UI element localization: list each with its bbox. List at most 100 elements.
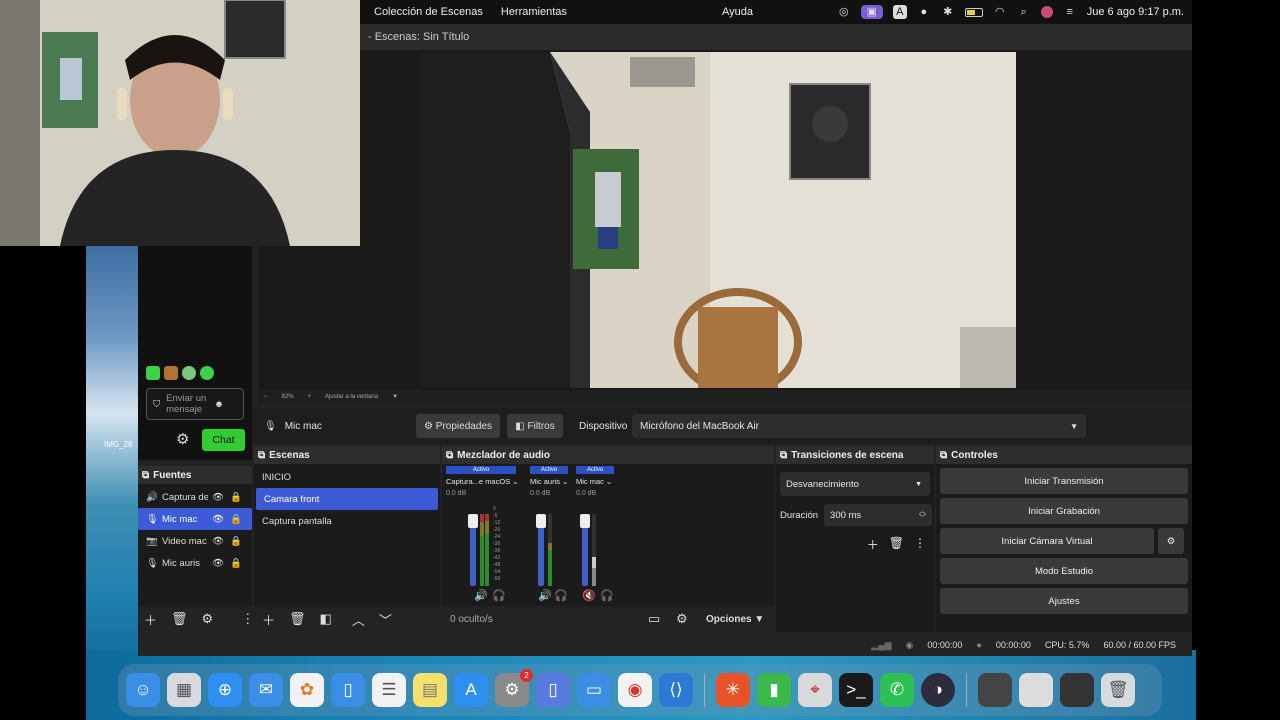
safari-icon[interactable]: ⊕ xyxy=(208,673,242,707)
battery-icon[interactable] xyxy=(964,7,983,17)
move-down-chevron-icon[interactable]: ﹀ xyxy=(379,610,392,629)
terminal-icon[interactable]: >_ xyxy=(839,673,873,707)
search-icon[interactable]: ⌕ xyxy=(1017,5,1031,19)
chrome-icon[interactable]: ◉ xyxy=(618,673,652,707)
move-up-chevron-icon[interactable]: ︿ xyxy=(352,610,365,629)
recent-window-thumbnail[interactable] xyxy=(978,673,1012,707)
remove-source-trash-icon[interactable]: 🗑 xyxy=(171,611,188,627)
whatsapp-icon[interactable]: ✆ xyxy=(880,673,914,707)
remove-scene-trash-icon[interactable]: 🗑 xyxy=(289,611,306,627)
numbers-icon[interactable]: ▮ xyxy=(757,673,791,707)
user-icon[interactable]: ● xyxy=(917,5,931,19)
source-item-mic-mac[interactable]: 🎙 Mic mac 👁 🔒 xyxy=(138,508,252,530)
zoom-in-button[interactable]: + xyxy=(308,394,312,400)
channel-name[interactable]: Mic auris ⌄ xyxy=(530,477,576,486)
obs-icon[interactable]: ◑ xyxy=(921,673,955,707)
volume-speaker-icon[interactable]: 🔊 xyxy=(538,589,552,602)
recent-window-thumbnail[interactable] xyxy=(1019,673,1053,707)
brightness-icon[interactable]: ✱ xyxy=(941,5,955,19)
muted-speaker-icon[interactable]: 🔇 xyxy=(582,589,596,602)
emote-icon[interactable] xyxy=(182,366,196,380)
headphones-monitor-icon[interactable]: 🎧 xyxy=(554,589,568,602)
studio-mode-button[interactable]: Modo Estudio xyxy=(940,558,1188,584)
program-preview[interactable] xyxy=(420,52,1016,388)
photos-icon[interactable]: ✿ xyxy=(290,673,324,707)
add-source-plus-icon[interactable]: ＋ xyxy=(144,610,157,629)
mixer-toolbar: 0 oculto/s ▭ ⚙ Opciones ▼ xyxy=(442,606,774,632)
reminders-icon[interactable]: ☰ xyxy=(372,673,406,707)
escenas-toolbar: ＋ 🗑 ◧ ︿ ﹀ xyxy=(254,606,440,632)
emote-icon[interactable] xyxy=(146,366,160,380)
channel-name[interactable]: Mic mac ⌄ xyxy=(576,477,622,486)
keynote-icon[interactable]: ▯ xyxy=(331,673,365,707)
advanced-audio-gear-icon[interactable]: ⚙ xyxy=(676,611,688,627)
headphones-monitor-icon[interactable]: 🎧 xyxy=(492,589,506,602)
duration-input[interactable]: 300 ms ︿ ﹀ xyxy=(824,504,933,526)
source-item-video-mac[interactable]: 📷 Video mac 👁 🔒 xyxy=(138,530,252,552)
headphones-monitor-icon[interactable]: 🎧 xyxy=(600,589,614,602)
zoom-out-button[interactable]: − xyxy=(264,394,268,400)
volume-slider-handle[interactable] xyxy=(580,514,590,528)
mixer-layout-icon[interactable]: ▭ xyxy=(648,611,660,627)
wifi-icon[interactable]: ◠ xyxy=(993,5,1007,19)
add-transition-plus-icon[interactable]: ＋ xyxy=(867,536,879,553)
chat-input[interactable]: ⛉ Enviar un mensaje ☻ xyxy=(146,388,244,420)
input-source-icon[interactable]: A xyxy=(892,5,907,19)
control-center-icon[interactable]: ≡ xyxy=(1063,5,1077,19)
menu-herramientas[interactable]: Herramientas xyxy=(501,6,567,18)
app-store-icon[interactable]: A xyxy=(454,673,488,707)
properties-button[interactable]: ⚙ Propiedades xyxy=(416,414,500,438)
preview-icon[interactable]: ▯ xyxy=(536,673,570,707)
virtual-camera-settings-gear-icon[interactable]: ⚙ xyxy=(1158,528,1184,554)
settings-button[interactable]: Ajustes xyxy=(940,588,1188,614)
source-item-captura[interactable]: 🔊 Captura de 👁 🔒 xyxy=(138,486,252,508)
volume-slider-handle[interactable] xyxy=(536,514,546,528)
screen-record-icon[interactable]: ▣ xyxy=(860,5,883,19)
emoji-icon[interactable]: ☻ xyxy=(214,399,224,410)
files-icon[interactable]: ▭ xyxy=(577,673,611,707)
source-item-mic-auris[interactable]: 🎙 Mic auris 👁 🔒 xyxy=(138,552,252,574)
menu-ayuda[interactable]: Ayuda xyxy=(722,6,753,18)
source-settings-gear-icon[interactable]: ⚙ xyxy=(202,611,214,627)
start-recording-button[interactable]: Iniciar Grabación xyxy=(940,498,1188,524)
notes-icon[interactable]: ▤ xyxy=(413,673,447,707)
emote-icon[interactable] xyxy=(164,366,178,380)
mixer-options-button[interactable]: Opciones ▼ xyxy=(706,614,764,625)
zoom-dropdown-chevron-icon[interactable]: ▼ xyxy=(392,394,398,400)
transition-more-icon[interactable]: ⋮ xyxy=(914,536,926,553)
remove-transition-trash-icon[interactable]: 🗑 xyxy=(889,536,904,553)
chat-button[interactable]: Chat xyxy=(202,429,245,451)
system-settings-icon[interactable]: ⚙ 2 xyxy=(495,669,533,707)
chat-settings-gear-icon[interactable]: ⚙ xyxy=(176,430,189,448)
filters-button[interactable]: ◧ Filtros xyxy=(507,414,563,438)
scene-filter-icon[interactable]: ◧ xyxy=(320,611,332,627)
mixer-channel: Activo Captura...e macOS ⌄ 0.0 dB 🔊 🎧 xyxy=(446,466,528,604)
desktop-file-label[interactable]: IMG_26 xyxy=(104,440,132,449)
recent-window-thumbnail[interactable] xyxy=(1060,673,1094,707)
start-virtual-camera-button[interactable]: Iniciar Cámara Virtual xyxy=(940,528,1154,554)
transition-select[interactable]: Desvanecimiento ▼ xyxy=(780,472,930,496)
menu-colecciones[interactable]: Colección de Escenas xyxy=(374,6,483,18)
spark-icon[interactable]: ✳ xyxy=(716,673,750,707)
fit-window-button[interactable]: Ajustar a la ventana xyxy=(325,394,378,400)
siri-icon[interactable] xyxy=(1040,6,1053,18)
emote-icon[interactable] xyxy=(200,366,214,380)
launchpad-icon[interactable]: ▦ xyxy=(167,673,201,707)
trash-icon[interactable]: 🗑 xyxy=(1101,673,1135,707)
more-vertical-icon[interactable]: ⋮ xyxy=(241,611,254,627)
finder-icon[interactable]: ☺ xyxy=(126,673,160,707)
volume-slider-handle[interactable] xyxy=(468,514,478,528)
add-scene-plus-icon[interactable]: ＋ xyxy=(262,610,275,629)
menubar-datetime[interactable]: Jue 6 ago 9:17 p.m. xyxy=(1087,6,1184,18)
status-icon[interactable]: ◎ xyxy=(837,5,851,19)
scene-item-camara-front[interactable]: Camara front xyxy=(256,488,438,510)
vscode-icon[interactable]: ⟨⟩ xyxy=(659,673,693,707)
device-select[interactable]: Micrófono del MacBook Air ▼ xyxy=(632,414,1086,438)
channel-name[interactable]: Captura...e macOS ⌄ xyxy=(446,477,528,486)
volume-speaker-icon[interactable]: 🔊 xyxy=(474,589,488,602)
scene-item-captura-pantalla[interactable]: Captura pantalla xyxy=(254,510,440,532)
scene-item-inicio[interactable]: INICIO xyxy=(254,466,440,488)
acrobat-icon[interactable]: ⌖ xyxy=(798,673,832,707)
start-streaming-button[interactable]: Iniciar Transmisión xyxy=(940,468,1188,494)
mail-icon[interactable]: ✉ xyxy=(249,673,283,707)
